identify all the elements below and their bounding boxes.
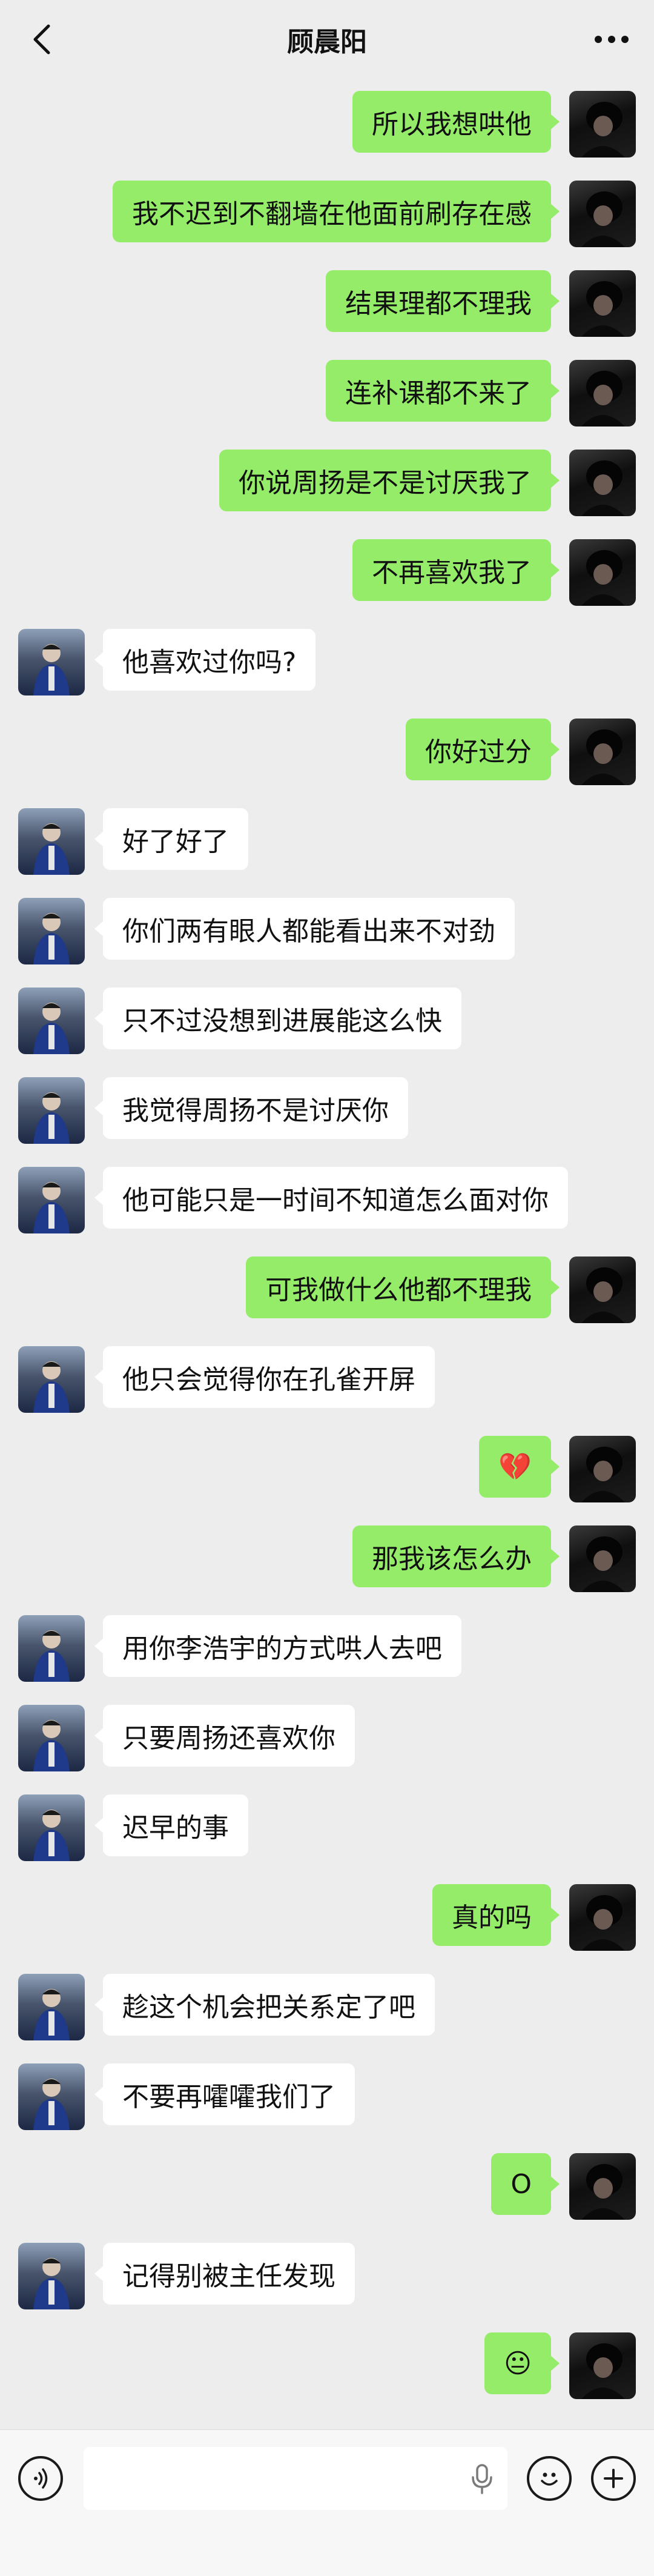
message-row-sent: 不再喜欢我了 xyxy=(0,539,654,606)
message-row-received: 他只会觉得你在孔雀开屏 xyxy=(0,1346,654,1413)
message-row-received: 你们两有眼人都能看出来不对劲 xyxy=(0,898,654,964)
message-bubble[interactable]: O xyxy=(491,2153,560,2215)
message-row-sent: 那我该怎么办 xyxy=(0,1525,654,1592)
message-row-received: 记得别被主任发现 xyxy=(0,2243,654,2309)
message-bubble[interactable]: 😐 xyxy=(484,2332,560,2394)
my-avatar[interactable] xyxy=(569,1436,636,1502)
message-bubble[interactable]: 真的吗 xyxy=(432,1884,560,1946)
more-dots-icon xyxy=(595,36,629,43)
message-row-received: 趁这个机会把关系定了吧 xyxy=(0,1974,654,2040)
message-row-received: 好了好了 xyxy=(0,808,654,875)
message-bubble[interactable]: 他只会觉得你在孔雀开屏 xyxy=(94,1346,435,1408)
my-avatar[interactable] xyxy=(569,270,636,337)
message-bubble[interactable]: 迟早的事 xyxy=(94,1794,248,1856)
message-bubble[interactable]: 他可能只是一时间不知道怎么面对你 xyxy=(94,1167,568,1229)
more-button[interactable] xyxy=(587,21,636,58)
emoji-icon xyxy=(541,2472,558,2486)
message-bubble[interactable]: 💔 xyxy=(479,1436,560,1498)
message-bubble[interactable]: 所以我想哄他 xyxy=(352,91,560,153)
message-input[interactable] xyxy=(84,2447,507,2510)
message-row-received: 我觉得周扬不是讨厌你 xyxy=(0,1077,654,1144)
message-bubble[interactable]: 连补课都不来了 xyxy=(326,360,560,422)
message-row-sent: 可我做什么他都不理我 xyxy=(0,1256,654,1323)
contact-avatar[interactable] xyxy=(18,808,85,875)
message-row-received: 迟早的事 xyxy=(0,1794,654,1861)
message-row-sent: 你好过分 xyxy=(0,719,654,785)
my-avatar[interactable] xyxy=(569,450,636,516)
message-row-sent: 😐 xyxy=(0,2332,654,2399)
contact-avatar[interactable] xyxy=(18,629,85,695)
my-avatar[interactable] xyxy=(569,2332,636,2399)
emoji-button[interactable] xyxy=(527,2456,572,2501)
my-avatar[interactable] xyxy=(569,539,636,606)
contact-avatar[interactable] xyxy=(18,1615,85,1682)
message-bubble[interactable]: 那我该怎么办 xyxy=(352,1525,560,1587)
message-bubble[interactable]: 用你李浩宇的方式哄人去吧 xyxy=(94,1615,461,1677)
my-avatar[interactable] xyxy=(569,2153,636,2220)
message-bubble[interactable]: 你们两有眼人都能看出来不对劲 xyxy=(94,898,515,960)
voice-button[interactable] xyxy=(18,2456,63,2501)
message-row-received: 他喜欢过你吗? xyxy=(0,629,654,695)
my-avatar[interactable] xyxy=(569,181,636,247)
my-avatar[interactable] xyxy=(569,1256,636,1323)
input-bar xyxy=(0,2429,654,2576)
message-bubble[interactable]: 不再喜欢我了 xyxy=(352,539,560,601)
contact-avatar[interactable] xyxy=(18,2243,85,2309)
message-bubble[interactable]: 你好过分 xyxy=(406,719,560,780)
plus-icon xyxy=(604,2469,623,2488)
message-bubble[interactable]: 只不过没想到进展能这么快 xyxy=(94,988,461,1049)
my-avatar[interactable] xyxy=(569,719,636,785)
back-button[interactable] xyxy=(24,21,61,58)
contact-avatar[interactable] xyxy=(18,898,85,964)
message-bubble[interactable]: 只要周扬还喜欢你 xyxy=(94,1705,355,1767)
message-bubble[interactable]: 他喜欢过你吗? xyxy=(94,629,316,691)
message-bubble[interactable]: 结果理都不理我 xyxy=(326,270,560,332)
chat-header: 顾晨阳 xyxy=(0,0,654,79)
my-avatar[interactable] xyxy=(569,360,636,427)
message-bubble[interactable]: 我不迟到不翻墙在他面前刷存在感 xyxy=(113,181,560,242)
contact-avatar[interactable] xyxy=(18,1167,85,1233)
contact-avatar[interactable] xyxy=(18,1705,85,1771)
message-row-received: 用你李浩宇的方式哄人去吧 xyxy=(0,1615,654,1682)
message-row-received: 他可能只是一时间不知道怎么面对你 xyxy=(0,1167,654,1233)
message-row-received: 不要再嚯嚯我们了 xyxy=(0,2063,654,2130)
message-row-sent: O xyxy=(0,2153,654,2220)
message-bubble[interactable]: 好了好了 xyxy=(94,808,248,870)
message-bubble[interactable]: 趁这个机会把关系定了吧 xyxy=(94,1974,435,2036)
message-row-received: 只不过没想到进展能这么快 xyxy=(0,988,654,1054)
message-row-received: 只要周扬还喜欢你 xyxy=(0,1705,654,1771)
message-row-sent: 所以我想哄他 xyxy=(0,91,654,158)
microphone-icon[interactable] xyxy=(470,2464,494,2494)
contact-avatar[interactable] xyxy=(18,1974,85,2040)
plus-button[interactable] xyxy=(591,2456,636,2501)
message-row-sent: 连补课都不来了 xyxy=(0,360,654,427)
my-avatar[interactable] xyxy=(569,91,636,158)
message-bubble[interactable]: 可我做什么他都不理我 xyxy=(246,1256,560,1318)
message-row-sent: 你说周扬是不是讨厌我了 xyxy=(0,450,654,516)
message-row-sent: 我不迟到不翻墙在他面前刷存在感 xyxy=(0,181,654,247)
message-row-sent: 💔 xyxy=(0,1436,654,1502)
voice-icon xyxy=(34,2468,48,2489)
message-list[interactable]: 所以我想哄他我不迟到不翻墙在他面前刷存在感结果理都不理我 连补课都不来了你说周扬是… xyxy=(0,79,654,2429)
message-bubble[interactable]: 不要再嚯嚯我们了 xyxy=(94,2063,355,2125)
message-bubble[interactable]: 我觉得周扬不是讨厌你 xyxy=(94,1077,408,1139)
contact-avatar[interactable] xyxy=(18,988,85,1054)
message-row-sent: 真的吗 xyxy=(0,1884,654,1951)
chat-title: 顾晨阳 xyxy=(287,27,367,58)
message-bubble[interactable]: 记得别被主任发现 xyxy=(94,2243,355,2305)
message-bubble[interactable]: 你说周扬是不是讨厌我了 xyxy=(219,450,560,511)
contact-avatar[interactable] xyxy=(18,1346,85,1413)
my-avatar[interactable] xyxy=(569,1884,636,1951)
contact-avatar[interactable] xyxy=(18,1077,85,1144)
contact-avatar[interactable] xyxy=(18,2063,85,2130)
message-row-sent: 结果理都不理我 xyxy=(0,270,654,337)
my-avatar[interactable] xyxy=(569,1525,636,1592)
contact-avatar[interactable] xyxy=(18,1794,85,1861)
chevron-left-icon xyxy=(33,24,50,55)
